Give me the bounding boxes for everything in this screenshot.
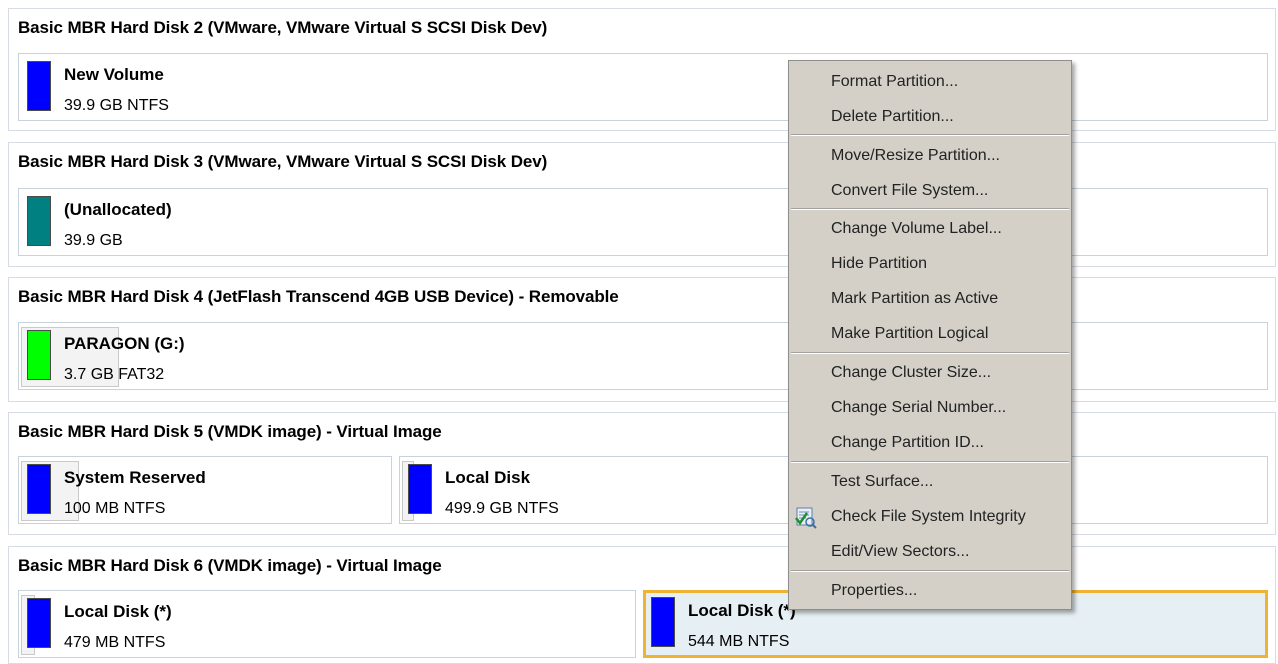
menu-item-change-volume-label[interactable]: Change Volume Label... bbox=[831, 217, 1002, 241]
partition-color-bar bbox=[27, 598, 51, 648]
menu-item-convert-file-system[interactable]: Convert File System... bbox=[831, 179, 988, 203]
partition-name: Local Disk bbox=[445, 468, 531, 487]
menu-item-mark-partition-active[interactable]: Mark Partition as Active bbox=[831, 287, 998, 311]
menu-item-hide-partition[interactable]: Hide Partition bbox=[831, 252, 927, 276]
partition-name: New Volume bbox=[64, 65, 164, 84]
menu-separator bbox=[791, 134, 1069, 136]
partition-name: PARAGON (G:) bbox=[64, 334, 185, 353]
menu-separator bbox=[791, 208, 1069, 210]
partition-color-bar bbox=[27, 330, 51, 380]
partition-info: 499.9 GB NTFS bbox=[445, 500, 559, 517]
disk-5-panel: Basic MBR Hard Disk 5 (VMDK image) - Vir… bbox=[8, 412, 1276, 535]
partition-info: 544 MB NTFS bbox=[688, 633, 790, 650]
menu-separator bbox=[791, 352, 1069, 354]
check-integrity-icon bbox=[793, 505, 817, 529]
disk-title: Basic MBR Hard Disk 3 (VMware, VMware Vi… bbox=[18, 152, 548, 171]
menu-item-format-partition[interactable]: Format Partition... bbox=[831, 70, 958, 94]
disk-2-panel: Basic MBR Hard Disk 2 (VMware, VMware Vi… bbox=[8, 8, 1276, 131]
menu-item-change-partition-id[interactable]: Change Partition ID... bbox=[831, 431, 984, 455]
partition-info: 39.9 GB NTFS bbox=[64, 97, 169, 114]
partition-info: 479 MB NTFS bbox=[64, 634, 166, 651]
disk-title: Basic MBR Hard Disk 2 (VMware, VMware Vi… bbox=[18, 18, 548, 37]
partition-unallocated[interactable]: (Unallocated) 39.9 GB bbox=[18, 188, 1268, 256]
disk-title: Basic MBR Hard Disk 5 (VMDK image) - Vir… bbox=[18, 422, 442, 441]
menu-item-check-file-system-integrity[interactable]: Check File System Integrity bbox=[831, 505, 1026, 529]
partition-name: System Reserved bbox=[64, 468, 206, 487]
disk-title: Basic MBR Hard Disk 6 (VMDK image) - Vir… bbox=[18, 556, 442, 575]
menu-item-change-cluster-size[interactable]: Change Cluster Size... bbox=[831, 361, 991, 385]
partition-local-disk-1[interactable]: Local Disk (*) 479 MB NTFS bbox=[18, 590, 636, 658]
partition-name: (Unallocated) bbox=[64, 200, 172, 219]
menu-item-make-partition-logical[interactable]: Make Partition Logical bbox=[831, 322, 988, 346]
menu-item-edit-view-sectors[interactable]: Edit/View Sectors... bbox=[831, 540, 969, 564]
partition-paragon[interactable]: PARAGON (G:) 3.7 GB FAT32 bbox=[18, 322, 1268, 390]
partition-color-bar bbox=[27, 464, 51, 514]
partition-name: Local Disk (*) bbox=[64, 602, 172, 621]
partition-context-menu: Format Partition... Delete Partition... … bbox=[788, 60, 1072, 610]
menu-item-move-resize-partition[interactable]: Move/Resize Partition... bbox=[831, 144, 1000, 168]
disk-title: Basic MBR Hard Disk 4 (JetFlash Transcen… bbox=[18, 287, 619, 306]
menu-separator bbox=[791, 570, 1069, 572]
partition-info: 100 MB NTFS bbox=[64, 500, 166, 517]
partition-info: 3.7 GB FAT32 bbox=[64, 366, 165, 383]
partition-new-volume[interactable]: New Volume 39.9 GB NTFS bbox=[18, 53, 1268, 121]
partition-color-bar bbox=[408, 464, 432, 514]
partition-info: 39.9 GB bbox=[64, 232, 123, 249]
disk-6-panel: Basic MBR Hard Disk 6 (VMDK image) - Vir… bbox=[8, 546, 1276, 664]
partition-color-bar bbox=[651, 597, 675, 647]
menu-item-properties[interactable]: Properties... bbox=[831, 579, 917, 603]
partition-name: Local Disk (*) bbox=[688, 601, 796, 620]
partition-color-bar bbox=[27, 196, 51, 246]
menu-item-test-surface[interactable]: Test Surface... bbox=[831, 470, 933, 494]
partition-color-bar bbox=[27, 61, 51, 111]
disk-4-panel: Basic MBR Hard Disk 4 (JetFlash Transcen… bbox=[8, 277, 1276, 402]
menu-item-change-serial-number[interactable]: Change Serial Number... bbox=[831, 396, 1006, 420]
disk-3-panel: Basic MBR Hard Disk 3 (VMware, VMware Vi… bbox=[8, 142, 1276, 267]
partition-system-reserved[interactable]: System Reserved 100 MB NTFS bbox=[18, 456, 392, 524]
menu-separator bbox=[791, 461, 1069, 463]
menu-item-delete-partition[interactable]: Delete Partition... bbox=[831, 105, 954, 129]
